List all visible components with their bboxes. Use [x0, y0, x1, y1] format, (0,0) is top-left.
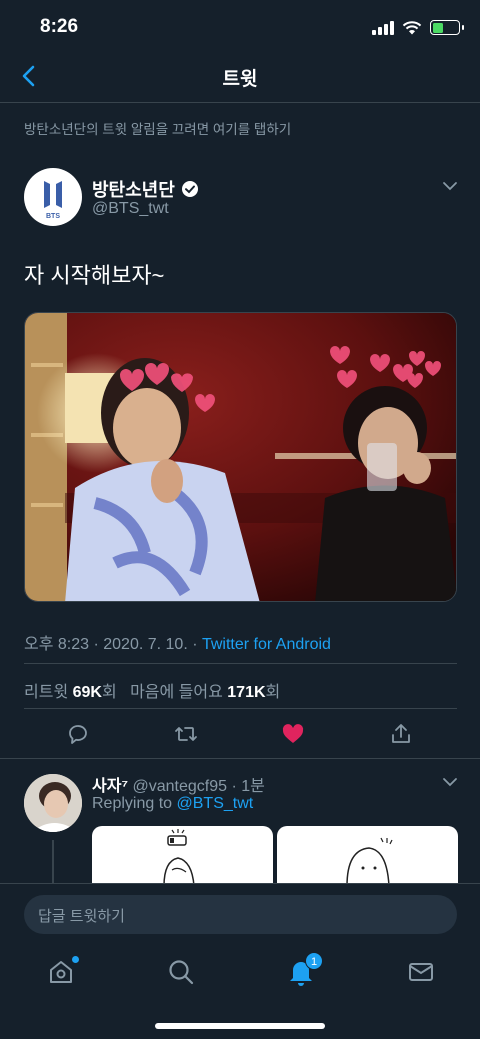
reply-icon[interactable] — [66, 722, 90, 746]
name-row: 방탄소년단 — [92, 176, 199, 202]
reply-time: · 1분 — [231, 778, 265, 795]
display-name[interactable]: 방탄소년단 — [92, 176, 175, 202]
bts-logo-icon: BTS — [44, 181, 62, 220]
reply-image-left[interactable] — [92, 826, 273, 886]
likes-count[interactable]: 171K — [227, 684, 265, 701]
reply-avatar[interactable] — [24, 774, 82, 832]
battery-icon — [430, 20, 464, 35]
handle[interactable]: @BTS_twt — [92, 200, 169, 218]
tweet-source[interactable]: Twitter for Android — [202, 636, 331, 653]
composer-bar: 답글 트윗하기 — [0, 883, 480, 943]
status-icons — [372, 20, 464, 35]
notifications-badge: 1 — [305, 952, 323, 970]
divider — [24, 708, 457, 709]
tweet-meta: 오후 8:23 · 2020. 7. 10. · Twitter for And… — [24, 630, 331, 654]
chevron-down-icon[interactable] — [442, 178, 458, 194]
verified-icon — [181, 181, 198, 197]
signal-icon — [372, 20, 394, 35]
tab-messages[interactable] — [407, 958, 435, 986]
status-time: 8:26 — [40, 16, 79, 37]
tab-home[interactable] — [47, 956, 79, 986]
avatar[interactable]: BTS — [24, 168, 82, 226]
reply-drawing-left — [163, 829, 195, 886]
reply-avatar-image — [24, 774, 82, 832]
photo-image — [25, 313, 456, 601]
search-icon — [169, 960, 194, 985]
retweets-count[interactable]: 69K — [73, 684, 102, 701]
reply-tweet[interactable]: 사자⁷ @vantegcf95 · 1분 Replying to @BTS_tw… — [24, 770, 460, 890]
tab-search[interactable] — [167, 958, 195, 986]
retweets-label[interactable]: 리트윗 — [24, 684, 68, 701]
avatar-logo-text: BTS — [46, 213, 60, 220]
tweet-timestamp: 오후 8:23 · 2020. 7. 10. · — [24, 636, 202, 653]
divider — [24, 663, 457, 664]
tweet-text: 자 시작해보자~ — [24, 263, 165, 288]
likes-label[interactable]: 마음에 들어요 — [130, 684, 223, 701]
tweet-photo[interactable] — [24, 312, 457, 602]
page-title: 트윗 — [222, 69, 258, 90]
status-bar: 8:26 — [0, 0, 480, 56]
reply-name[interactable]: 사자⁷ — [92, 778, 128, 795]
reply-handle[interactable]: @vantegcf95 — [133, 778, 228, 795]
reply-media[interactable] — [92, 826, 458, 886]
home-icon — [50, 961, 72, 983]
reply-composer-input[interactable]: 답글 트윗하기 — [24, 895, 457, 934]
notification-hint[interactable]: 방탄소년단의 트윗 알림을 끄려면 여기를 탭하기 — [24, 118, 291, 138]
section-divider — [0, 758, 480, 759]
tab-notifications[interactable]: 1 — [287, 952, 323, 986]
replying-mention[interactable]: @BTS_twt — [177, 795, 254, 812]
reply-header: 사자⁷ @vantegcf95 · 1분 — [92, 772, 265, 796]
home-new-dot — [72, 956, 79, 963]
messages-icon — [409, 963, 433, 981]
retweets-suffix: 회 — [101, 684, 117, 701]
nav-header: 트윗 — [0, 56, 480, 103]
like-icon[interactable] — [281, 722, 305, 746]
wifi-icon — [402, 20, 422, 34]
replying-to: Replying to @BTS_twt — [92, 795, 253, 813]
reply-drawing-right — [346, 837, 393, 886]
tweet-actions — [24, 720, 457, 752]
home-indicator — [155, 1023, 325, 1029]
retweet-icon[interactable] — [174, 722, 198, 746]
replying-label: Replying to — [92, 795, 177, 812]
reply-image-right[interactable] — [277, 826, 458, 886]
chevron-down-icon[interactable] — [442, 774, 458, 790]
tweet-stats: 리트윗 69K회 마음에 들어요 171K회 — [24, 678, 280, 702]
tweet-header: BTS 방탄소년단 @BTS_twt — [24, 168, 460, 230]
likes-suffix: 회 — [265, 684, 281, 701]
share-icon[interactable] — [389, 722, 413, 746]
tab-bar: 1 — [0, 944, 480, 1004]
